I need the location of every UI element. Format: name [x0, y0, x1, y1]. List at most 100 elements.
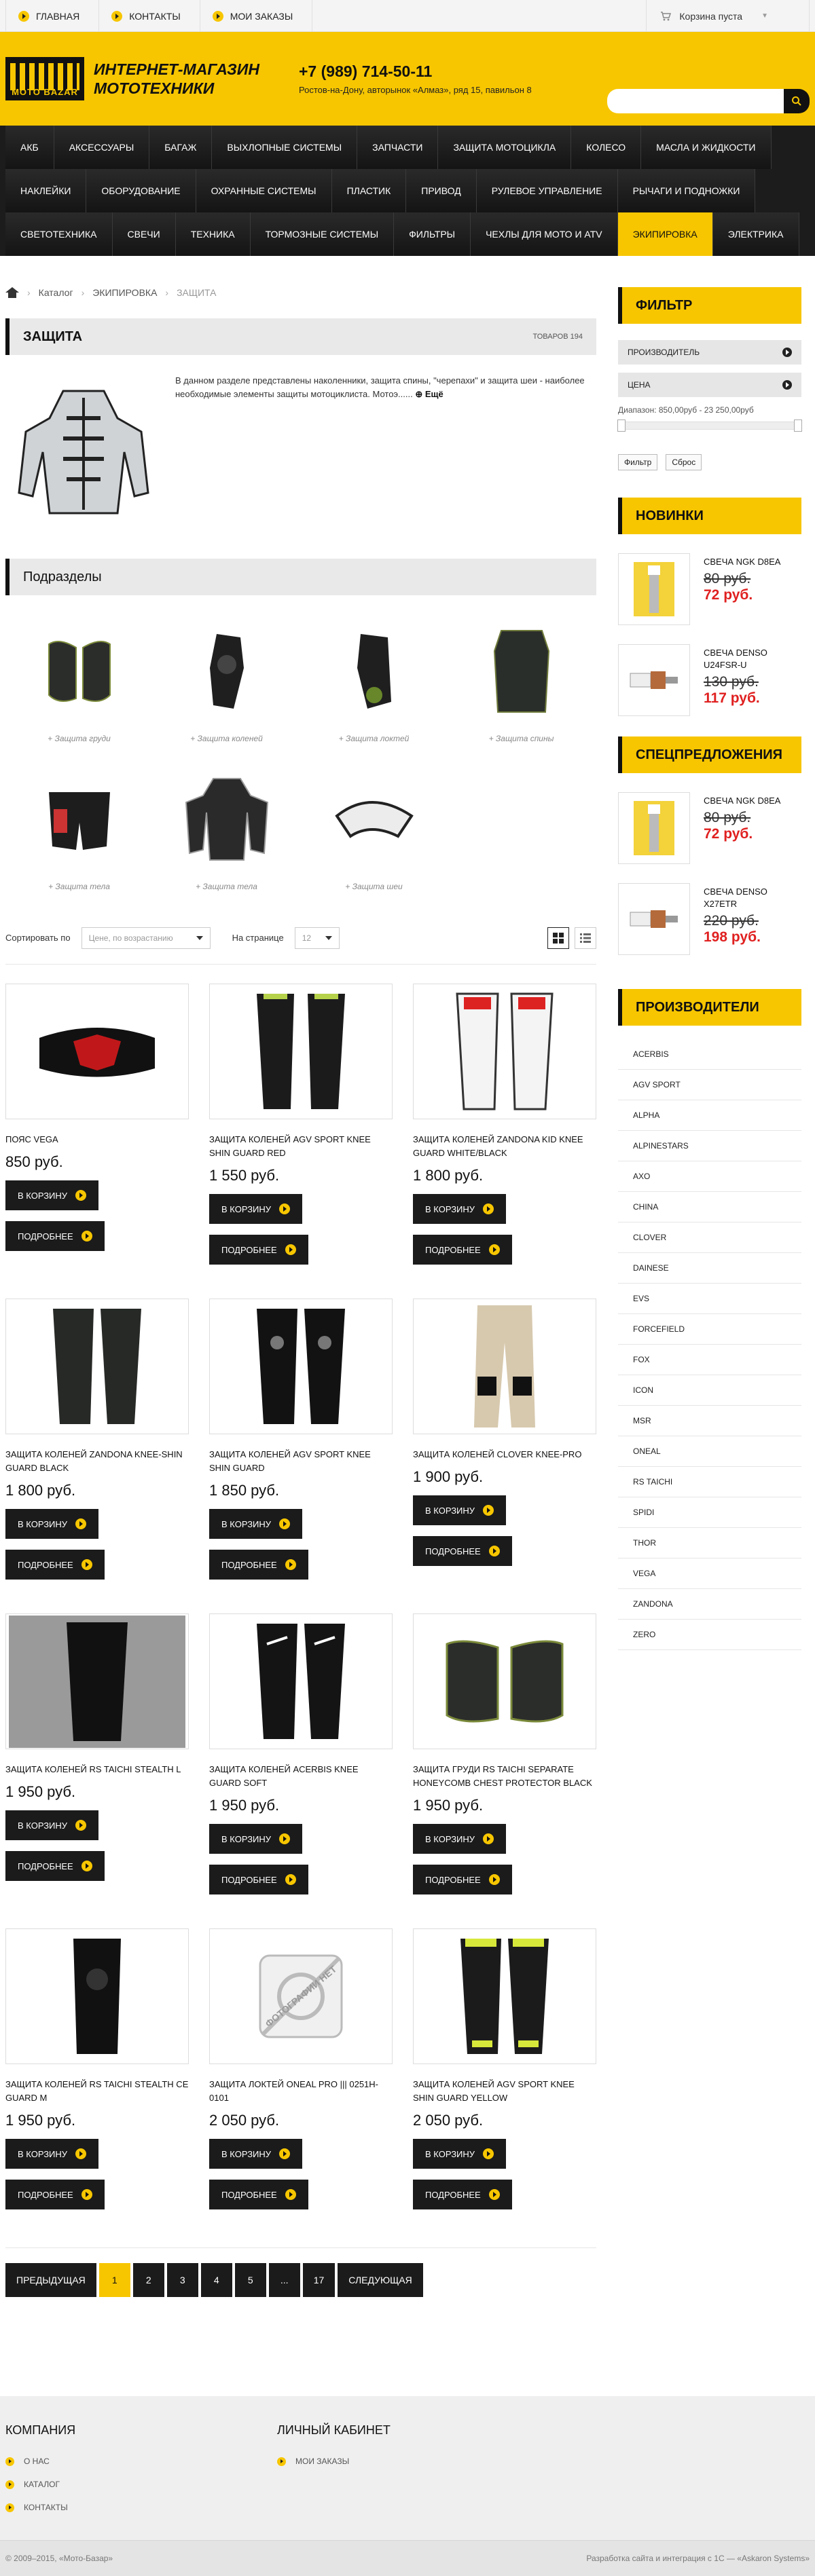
subsection-item[interactable]: + Защита груди	[5, 617, 153, 765]
details-button[interactable]: ПОДРОБНЕЕ	[209, 1235, 308, 1265]
subsection-item[interactable]: + Защита локтей	[300, 617, 448, 765]
top-link-orders[interactable]: МОИ ЗАКАЗЫ	[199, 0, 313, 32]
brand-link[interactable]: VEGA	[618, 1558, 801, 1589]
logo[interactable]: MOTO BAZAR	[5, 57, 84, 100]
sidebar-product[interactable]: СВЕЧА NGK D8EA 80 руб. 72 руб.	[618, 553, 801, 625]
menu-item[interactable]: ЭЛЕКТРИКА	[712, 212, 799, 256]
add-to-cart-button[interactable]: В КОРЗИНУ	[413, 1194, 507, 1224]
brand-link[interactable]: MSR	[618, 1406, 801, 1436]
cart-widget[interactable]: Корзина пуста ▼	[646, 0, 810, 32]
product-name[interactable]: ЗАЩИТА КОЛЕНЕЙ AGV SPORT KNEE SHIN GUARD	[209, 1448, 393, 1475]
add-to-cart-button[interactable]: В КОРЗИНУ	[209, 1824, 303, 1854]
menu-item[interactable]: ФИЛЬТРЫ	[394, 212, 471, 256]
product-image[interactable]	[5, 984, 189, 1119]
add-to-cart-button[interactable]: В КОРЗИНУ	[5, 1810, 99, 1840]
breadcrumb-section[interactable]: ЭКИПИРОВКА	[92, 287, 157, 298]
product-name[interactable]: ЗАЩИТА ГРУДИ RS TAICHI SEPARATE HONEYCOM…	[413, 1763, 596, 1790]
page-link[interactable]: 5	[234, 2263, 266, 2297]
search-button[interactable]	[784, 89, 810, 113]
more-link[interactable]: ⊕ Ещё	[415, 389, 443, 399]
subsection-item[interactable]: + Защита тела	[153, 765, 300, 913]
footer-link-contacts[interactable]: КОНТАКТЫ	[5, 2496, 277, 2519]
price-slider[interactable]	[617, 419, 802, 432]
menu-item[interactable]: ПЛАСТИК	[331, 169, 407, 212]
product-image[interactable]	[413, 1299, 596, 1434]
page-link[interactable]: ПРЕДЫДУЩАЯ	[5, 2263, 96, 2297]
menu-item[interactable]: ОХРАННЫЕ СИСТЕМЫ	[196, 169, 332, 212]
brand-link[interactable]: ZANDONA	[618, 1589, 801, 1620]
brand-link[interactable]: CHINA	[618, 1192, 801, 1222]
sidebar-product-image[interactable]	[618, 553, 690, 625]
footer-link-catalog[interactable]: КАТАЛОГ	[5, 2473, 277, 2496]
brand-link[interactable]: AGV SPORT	[618, 1070, 801, 1100]
filter-manufacturer[interactable]: ПРОИЗВОДИТЕЛЬ	[618, 340, 801, 365]
menu-item[interactable]: ЧЕХЛЫ ДЛЯ МОТО И ATV	[471, 212, 618, 256]
grid-view-button[interactable]	[547, 927, 569, 949]
details-button[interactable]: ПОДРОБНЕЕ	[413, 1536, 512, 1566]
menu-item[interactable]: АКСЕССУАРЫ	[54, 126, 150, 169]
slider-handle-min[interactable]	[617, 419, 626, 432]
product-image[interactable]	[209, 1299, 393, 1434]
page-link[interactable]: ...	[268, 2263, 300, 2297]
footer-link-orders[interactable]: МОИ ЗАКАЗЫ	[277, 2450, 549, 2473]
add-to-cart-button[interactable]: В КОРЗИНУ	[209, 1194, 303, 1224]
product-image[interactable]	[5, 1928, 189, 2064]
details-button[interactable]: ПОДРОБНЕЕ	[5, 1851, 105, 1881]
subsection-item[interactable]: + Защита спины	[448, 617, 595, 765]
add-to-cart-button[interactable]: В КОРЗИНУ	[5, 1180, 99, 1210]
details-button[interactable]: ПОДРОБНЕЕ	[413, 1235, 512, 1265]
page-link[interactable]: 2	[132, 2263, 164, 2297]
details-button[interactable]: ПОДРОБНЕЕ	[5, 1550, 105, 1580]
page-link[interactable]: 17	[302, 2263, 336, 2297]
filter-apply-button[interactable]: Фильтр	[618, 454, 658, 470]
sidebar-product[interactable]: СВЕЧА NGK D8EA 80 руб. 72 руб.	[618, 792, 801, 864]
product-name[interactable]: ЗАЩИТА ЛОКТЕЙ ONEAL PRO ||| 0251H-0101	[209, 2078, 393, 2105]
sidebar-product-name[interactable]: СВЕЧА DENSO U24FSR-U	[704, 644, 801, 671]
page-link[interactable]: СЛЕДУЮЩАЯ	[338, 2263, 423, 2297]
brand-link[interactable]: FORCEFIELD	[618, 1314, 801, 1345]
brand-link[interactable]: ICON	[618, 1375, 801, 1406]
footer-link-about[interactable]: О НАС	[5, 2450, 277, 2473]
list-view-button[interactable]	[575, 927, 596, 949]
menu-item[interactable]: БАГАЖ	[149, 126, 213, 169]
add-to-cart-button[interactable]: В КОРЗИНУ	[5, 1509, 99, 1539]
product-name[interactable]: ЗАЩИТА КОЛЕНЕЙ RS TAICHI STEALTH CE GUAR…	[5, 2078, 189, 2105]
home-icon[interactable]	[5, 287, 19, 298]
sidebar-product-image[interactable]	[618, 644, 690, 716]
product-image[interactable]	[413, 1928, 596, 2064]
breadcrumb-catalog[interactable]: Каталог	[39, 287, 73, 298]
menu-item[interactable]: ЗАПЧАСТИ	[357, 126, 439, 169]
subsection-item[interactable]: + Защита тела	[5, 765, 153, 913]
menu-item[interactable]: ТОРМОЗНЫЕ СИСТЕМЫ	[250, 212, 395, 256]
product-image[interactable]	[413, 984, 596, 1119]
menu-item[interactable]: РУЛЕВОЕ УПРАВЛЕНИЕ	[476, 169, 618, 212]
details-button[interactable]: ПОДРОБНЕЕ	[413, 1865, 512, 1894]
brand-link[interactable]: ZERO	[618, 1620, 801, 1650]
product-image[interactable]: ФОТОГРАФИИ НЕТ	[209, 1928, 393, 2064]
menu-item[interactable]: ПРИВОД	[406, 169, 477, 212]
product-name[interactable]: ЗАЩИТА КОЛЕНЕЙ ZANDONA KID KNEE GUARD WH…	[413, 1133, 596, 1160]
product-name[interactable]: ПОЯС VEGA	[5, 1133, 189, 1146]
product-name[interactable]: ЗАЩИТА КОЛЕНЕЙ CLOVER KNEE-PRO	[413, 1448, 596, 1461]
add-to-cart-button[interactable]: В КОРЗИНУ	[5, 2139, 99, 2169]
page-link[interactable]: 4	[200, 2263, 232, 2297]
top-link-contacts[interactable]: КОНТАКТЫ	[98, 0, 200, 32]
slider-handle-max[interactable]	[794, 419, 802, 432]
details-button[interactable]: ПОДРОБНЕЕ	[413, 2180, 512, 2209]
sidebar-product-name[interactable]: СВЕЧА NGK D8EA	[704, 792, 780, 807]
product-name[interactable]: ЗАЩИТА КОЛЕНЕЙ AGV SPORT KNEE SHIN GUARD…	[209, 1133, 393, 1160]
product-name[interactable]: ЗАЩИТА КОЛЕНЕЙ ZANDONA KNEE-SHIN GUARD B…	[5, 1448, 189, 1475]
menu-item[interactable]: РЫЧАГИ И ПОДНОЖКИ	[617, 169, 756, 212]
brand-link[interactable]: SPIDI	[618, 1497, 801, 1528]
details-button[interactable]: ПОДРОБНЕЕ	[209, 1550, 308, 1580]
brand-link[interactable]: AXO	[618, 1161, 801, 1192]
per-page-select[interactable]: 12	[294, 927, 340, 949]
page-link[interactable]: 1	[98, 2263, 130, 2297]
brand-link[interactable]: THOR	[618, 1528, 801, 1558]
filter-reset-button[interactable]: Сброс	[666, 454, 702, 470]
details-button[interactable]: ПОДРОБНЕЕ	[209, 1865, 308, 1894]
brand-link[interactable]: DAINESE	[618, 1253, 801, 1284]
sidebar-product-image[interactable]	[618, 883, 690, 955]
menu-item[interactable]: АКБ	[5, 126, 54, 169]
add-to-cart-button[interactable]: В КОРЗИНУ	[413, 1495, 507, 1525]
